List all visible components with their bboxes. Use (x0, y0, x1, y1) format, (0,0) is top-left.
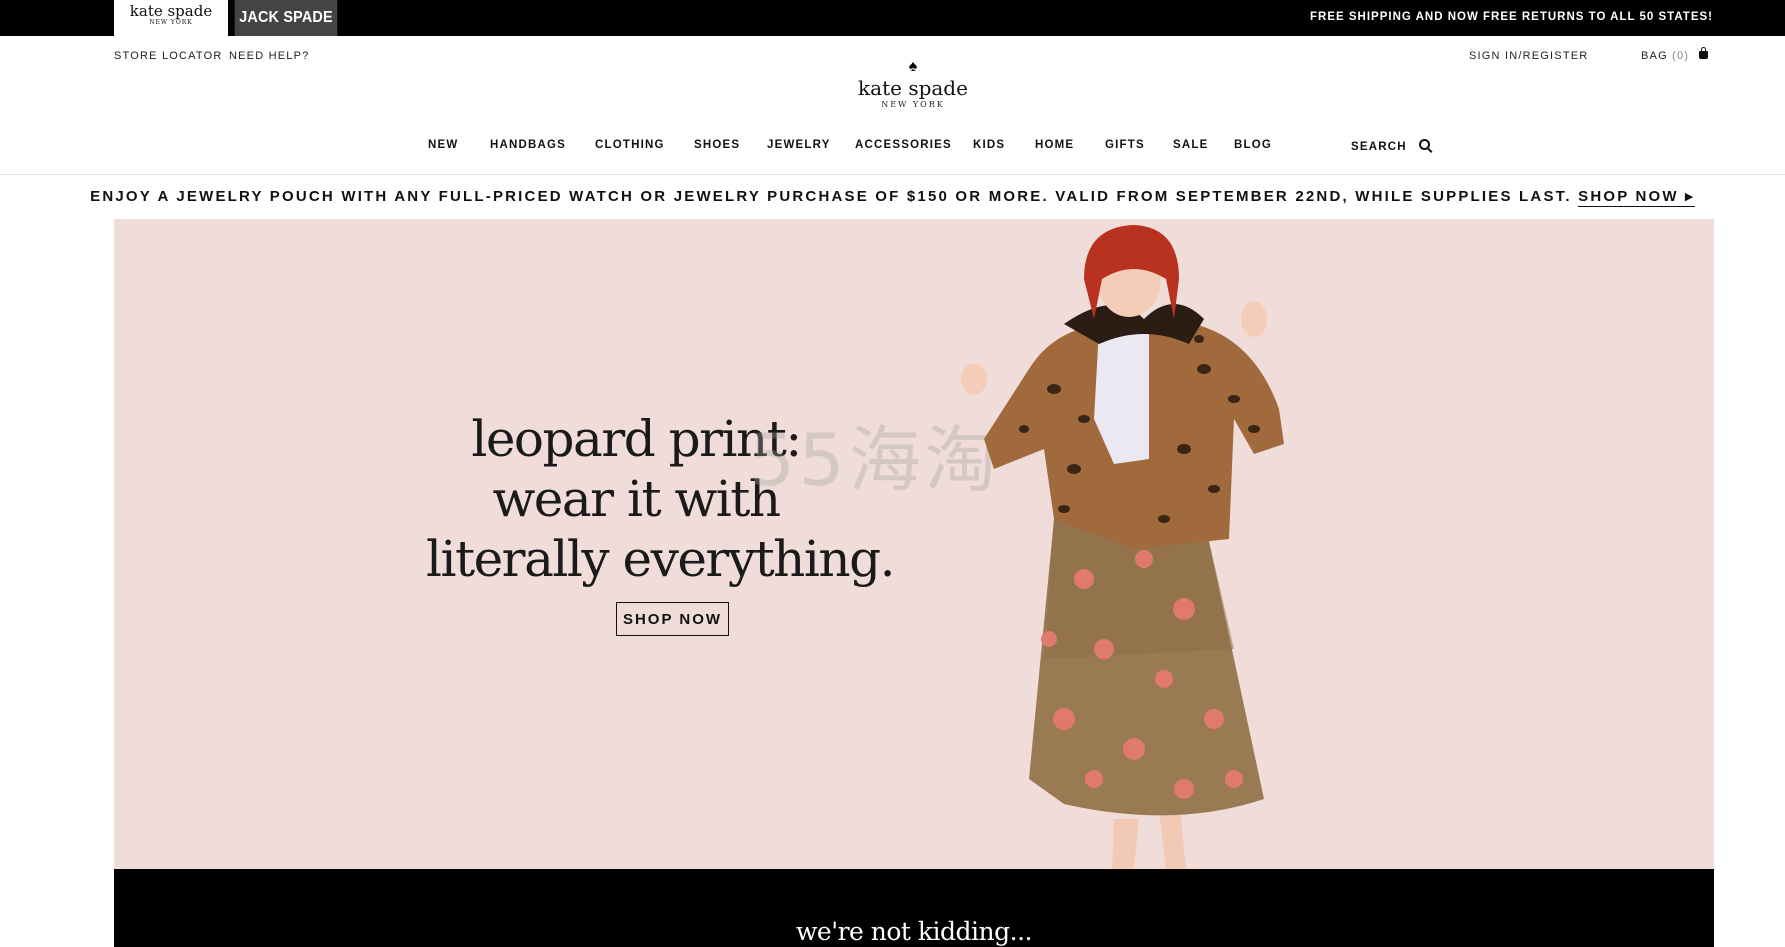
logo-name: kate spade (858, 76, 968, 100)
promo-banner: ENJOY A JEWELRY POUCH WITH ANY FULL-PRIC… (0, 187, 1785, 207)
hero-shop-now-button[interactable]: SHOP NOW (616, 602, 729, 636)
nav-divider (0, 174, 1785, 175)
model-photo (961, 225, 1284, 869)
nav-item-home[interactable]: HOME (1035, 139, 1074, 151)
nav-item-handbags[interactable]: HANDBAGS (490, 139, 566, 151)
brand-tab-name: kate spade (129, 2, 213, 20)
promo-shop-now-link[interactable]: SHOP NOW ▸ (1578, 188, 1695, 207)
brand-tab-sub: NEW YORK (149, 19, 193, 26)
bag-icon (1699, 47, 1709, 59)
spade-icon: ♠ (908, 58, 918, 75)
brand-tab-kate-spade[interactable]: kate spade NEW YORK (114, 0, 228, 36)
story-band: we're not kidding... (114, 869, 1714, 947)
site-logo[interactable]: ♠ kate spade NEW YORK (813, 58, 1013, 110)
bag-label: BAG (1641, 50, 1668, 62)
search-label: SEARCH (1351, 141, 1407, 153)
nav-item-sale[interactable]: SALE (1173, 139, 1208, 151)
nav-item-blog[interactable]: BLOG (1234, 139, 1272, 151)
promo-text: ENJOY A JEWELRY POUCH WITH ANY FULL-PRIC… (90, 188, 1572, 205)
band-heading: we're not kidding... (796, 917, 1033, 946)
store-locator-link[interactable]: STORE LOCATOR (114, 50, 223, 62)
top-bar: kate spade NEW YORK JACK SPADE FREE SHIP… (0, 0, 1785, 36)
brand-tab-jack-spade[interactable]: JACK SPADE (234, 0, 338, 36)
need-help-link[interactable]: NEED HELP? (229, 50, 309, 62)
nav-item-jewelry[interactable]: JEWELRY (767, 139, 831, 151)
nav-item-new[interactable]: NEW (428, 139, 458, 151)
search-button[interactable]: SEARCH (1351, 139, 1431, 153)
main-nav: NEW HANDBAGS CLOTHING SHOES JEWELRY ACCE… (0, 139, 1785, 157)
nav-item-kids[interactable]: KIDS (973, 139, 1005, 151)
nav-item-gifts[interactable]: GIFTS (1105, 139, 1145, 151)
nav-item-clothing[interactable]: CLOTHING (595, 139, 665, 151)
nav-item-shoes[interactable]: SHOES (694, 139, 740, 151)
logo-sub: NEW YORK (881, 100, 945, 109)
bag-link[interactable]: BAG (0) (1641, 47, 1709, 62)
sign-in-link[interactable]: SIGN IN/REGISTER (1469, 50, 1588, 62)
search-icon (1419, 139, 1431, 150)
bag-count: (0) (1672, 50, 1690, 62)
hero-banner[interactable]: leopard print: wear it with literally ev… (114, 219, 1714, 869)
nav-item-accessories[interactable]: ACCESSORIES (855, 139, 952, 151)
shipping-promo[interactable]: FREE SHIPPING AND NOW FREE RETURNS TO AL… (1310, 0, 1713, 34)
hero-headline-line: literally everything. (426, 530, 895, 588)
